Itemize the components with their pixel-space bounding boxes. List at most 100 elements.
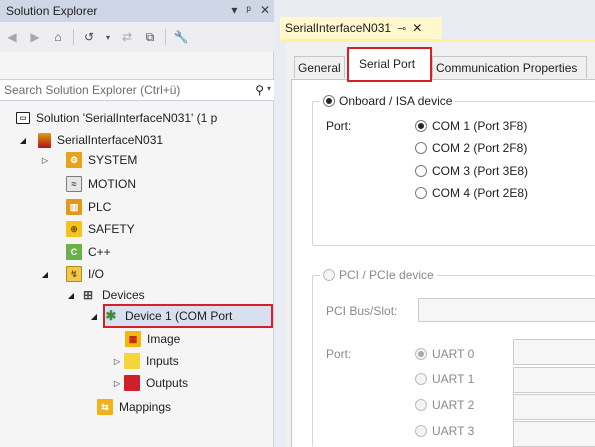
uart3-field[interactable] bbox=[513, 421, 595, 447]
image-icon: ▦ bbox=[125, 331, 141, 347]
radio-button[interactable] bbox=[415, 425, 427, 437]
tree-item-label: Inputs bbox=[146, 354, 179, 368]
option-label: COM 1 (Port 3F8) bbox=[432, 119, 528, 133]
pci-radio[interactable]: PCI / PCIe device bbox=[320, 268, 437, 282]
tree-item-label: Solution 'SerialInterfaceN031' (1 p bbox=[36, 111, 218, 125]
radio-button[interactable] bbox=[415, 373, 427, 385]
collapse-arrow-icon[interactable]: ◢ bbox=[66, 291, 76, 300]
tree-item-io[interactable]: ◢ ↯ I/O bbox=[40, 264, 104, 284]
uart1-field[interactable] bbox=[513, 367, 595, 393]
close-pane-icon[interactable]: ✕ bbox=[260, 3, 270, 17]
tree-item-device-1[interactable]: ◢ ✱ Device 1 (COM Port bbox=[89, 306, 232, 326]
properties-wrench-icon[interactable]: 🔧 bbox=[173, 29, 189, 45]
tree-item-label: Mappings bbox=[119, 400, 172, 414]
tree-item-label: MOTION bbox=[88, 177, 136, 191]
search-icon[interactable]: ⚲ bbox=[255, 83, 264, 97]
pci-port-label: Port: bbox=[326, 347, 352, 361]
tree-item-motion[interactable]: ≈ MOTION bbox=[66, 174, 136, 194]
safety-icon: ⊕ bbox=[66, 221, 82, 237]
pin-tab-icon[interactable]: ⊸ bbox=[397, 22, 406, 35]
close-tab-icon[interactable]: ✕ bbox=[412, 21, 422, 35]
radio-button[interactable] bbox=[415, 187, 427, 199]
filter-dropdown-icon[interactable]: ▾ bbox=[104, 29, 112, 45]
port-label: Port: bbox=[326, 119, 352, 133]
radio-button[interactable] bbox=[415, 348, 427, 360]
radio-button[interactable] bbox=[415, 399, 427, 411]
toolbar-separator bbox=[165, 29, 166, 45]
tree-item-outputs[interactable]: ▷ Outputs bbox=[112, 373, 188, 393]
onboard-isa-radio[interactable]: Onboard / ISA device bbox=[320, 94, 456, 108]
tree-item-label: Devices bbox=[102, 288, 145, 302]
plc-icon: ▥ bbox=[66, 199, 82, 215]
tree-item-image[interactable]: ▦ Image bbox=[125, 329, 180, 349]
pci-bus-slot-field[interactable] bbox=[418, 298, 595, 322]
uart0-field[interactable] bbox=[513, 339, 595, 365]
tree-item-label: I/O bbox=[88, 267, 105, 281]
collapse-all-icon[interactable]: ⧉ bbox=[142, 29, 158, 45]
uart2-field[interactable] bbox=[513, 394, 595, 420]
expand-arrow-icon[interactable]: ▷ bbox=[112, 357, 122, 366]
tab-communication-properties[interactable]: Communication Properties bbox=[432, 56, 587, 78]
search-options-dropdown-icon[interactable]: ▾ bbox=[267, 84, 271, 93]
tree-item-label: Device 1 (COM Port bbox=[125, 309, 233, 323]
option-label: UART 1 bbox=[432, 372, 475, 386]
collapse-arrow-icon[interactable]: ◢ bbox=[18, 136, 28, 145]
com1-option[interactable]: COM 1 (Port 3F8) bbox=[415, 119, 527, 133]
collapse-arrow-icon[interactable]: ◢ bbox=[89, 312, 99, 321]
tree-item-project[interactable]: ◢ SerialInterfaceN031 bbox=[18, 130, 163, 150]
outputs-icon bbox=[124, 375, 140, 391]
collapse-arrow-icon[interactable]: ◢ bbox=[40, 270, 50, 279]
document-tab-label: SerialInterfaceN031 bbox=[285, 21, 392, 35]
tab-label: Communication Properties bbox=[436, 60, 578, 75]
uart0-option[interactable]: UART 0 bbox=[415, 347, 474, 361]
tree-item-cpp[interactable]: C C++ bbox=[66, 242, 111, 262]
option-label: COM 2 (Port 2F8) bbox=[432, 141, 528, 155]
uart1-option[interactable]: UART 1 bbox=[415, 372, 474, 386]
search-placeholder: Search Solution Explorer (Ctrl+ü) bbox=[4, 83, 181, 97]
window-position-dropdown-icon[interactable]: ▾ bbox=[231, 3, 237, 17]
tree-item-system[interactable]: ▷ ⚙ SYSTEM bbox=[40, 150, 137, 170]
tree-item-label: Outputs bbox=[146, 376, 189, 390]
radio-button[interactable] bbox=[415, 120, 427, 132]
radio-button[interactable] bbox=[415, 165, 427, 177]
inputs-icon bbox=[124, 353, 140, 369]
tab-serial-port[interactable]: Serial Port bbox=[356, 52, 419, 76]
tab-general[interactable]: General bbox=[294, 56, 345, 78]
uart3-option[interactable]: UART 3 bbox=[415, 424, 474, 438]
home-icon[interactable]: ⌂ bbox=[50, 29, 66, 45]
solution-explorer-toolbar: ◀ ▶ ⌂ ↺ ▾ ⇄ ⧉ 🔧 bbox=[0, 22, 274, 52]
tree-item-mappings[interactable]: ⇆ Mappings bbox=[97, 397, 171, 417]
expand-arrow-icon[interactable]: ▷ bbox=[40, 156, 50, 165]
solution-explorer-title-bar: Solution Explorer ▾ ᵖ ✕ bbox=[0, 0, 274, 22]
tree-item-inputs[interactable]: ▷ Inputs bbox=[112, 351, 179, 371]
uart2-option[interactable]: UART 2 bbox=[415, 398, 474, 412]
devices-icon: ⊞ bbox=[82, 288, 94, 302]
toolbar-separator bbox=[73, 29, 74, 45]
tree-item-label: SerialInterfaceN031 bbox=[57, 133, 164, 147]
tree-item-solution[interactable]: ▭ Solution 'SerialInterfaceN031' (1 p bbox=[16, 108, 217, 128]
radio-button[interactable] bbox=[415, 142, 427, 154]
pending-changes-filter-icon[interactable]: ↺ bbox=[81, 29, 97, 45]
expand-arrow-icon[interactable]: ▷ bbox=[112, 379, 122, 388]
solution-explorer-search-field[interactable]: Search Solution Explorer (Ctrl+ü) ⚲ ▾ bbox=[0, 79, 274, 101]
tree-item-safety[interactable]: ⊕ SAFETY bbox=[66, 219, 135, 239]
tab-label: General bbox=[298, 60, 341, 75]
sync-icon[interactable]: ⇄ bbox=[119, 29, 135, 45]
tab-label: Serial Port bbox=[359, 57, 416, 71]
com3-option[interactable]: COM 3 (Port 3E8) bbox=[415, 164, 528, 178]
document-tab[interactable]: SerialInterfaceN031 ⊸ ✕ bbox=[280, 17, 442, 39]
tree-item-devices[interactable]: ◢ ⊞ Devices bbox=[66, 285, 145, 305]
solution-explorer-pane: Solution Explorer ▾ ᵖ ✕ ◀ ▶ ⌂ ↺ ▾ ⇄ ⧉ 🔧 … bbox=[0, 0, 274, 447]
forward-icon[interactable]: ▶ bbox=[27, 29, 43, 45]
system-icon: ⚙ bbox=[66, 152, 82, 168]
pin-icon[interactable]: ᵖ bbox=[246, 3, 251, 17]
com4-option[interactable]: COM 4 (Port 2E8) bbox=[415, 186, 528, 200]
tree-item-plc[interactable]: ▥ PLC bbox=[66, 197, 111, 217]
radio-button[interactable] bbox=[323, 95, 335, 107]
pci-bus-slot-label: PCI Bus/Slot: bbox=[326, 304, 398, 318]
tree-item-label: PLC bbox=[88, 200, 112, 214]
back-icon[interactable]: ◀ bbox=[4, 29, 20, 45]
pci-label: PCI / PCIe device bbox=[339, 268, 434, 282]
radio-button[interactable] bbox=[323, 269, 335, 281]
com2-option[interactable]: COM 2 (Port 2F8) bbox=[415, 141, 527, 155]
